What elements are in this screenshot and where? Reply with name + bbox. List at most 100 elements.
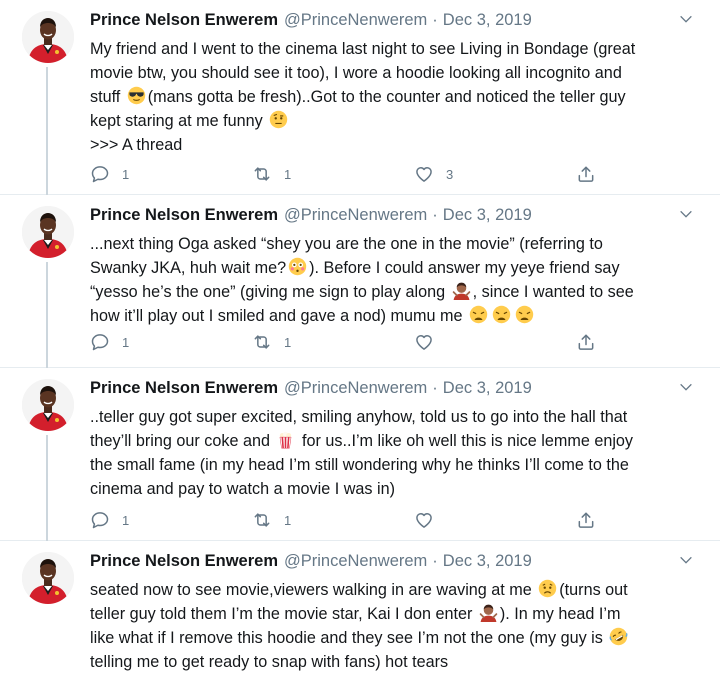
text-segment: like what if I remove this hoodie and th… bbox=[90, 629, 608, 647]
share-button[interactable] bbox=[576, 510, 596, 530]
display-name[interactable]: Prince Nelson Enwerem bbox=[90, 379, 278, 398]
tweet-text-line: Swanky JKA, huh wait me?). Before I coul… bbox=[90, 256, 710, 280]
tweet-text-line: stuff (mans gotta be fresh)..Got to the … bbox=[90, 85, 710, 109]
separator-dot: · bbox=[432, 11, 438, 29]
share-button[interactable] bbox=[576, 164, 596, 184]
retweet-count: 1 bbox=[284, 334, 292, 350]
retweet-count: 1 bbox=[284, 512, 292, 528]
share-icon bbox=[576, 332, 596, 352]
separator-dot: · bbox=[432, 552, 438, 570]
chevron-down-icon[interactable] bbox=[678, 11, 694, 27]
retweet-icon bbox=[252, 510, 272, 530]
tweet[interactable]: Prince Nelson Enwerem @PrinceNenwerem · Dec… bbox=[0, 195, 720, 368]
share-icon bbox=[576, 164, 596, 184]
reply-icon bbox=[90, 332, 110, 352]
like-button[interactable] bbox=[414, 332, 446, 352]
tweet-text-line: like what if I remove this hoodie and th… bbox=[90, 626, 710, 650]
avatar[interactable] bbox=[22, 11, 74, 63]
reply-button[interactable]: 1 bbox=[90, 332, 129, 352]
retweet-icon bbox=[252, 164, 272, 184]
avatar[interactable] bbox=[22, 206, 74, 258]
reply-count: 1 bbox=[122, 166, 130, 182]
like-icon bbox=[414, 164, 434, 184]
tweet-date[interactable]: Dec 3, 2019 bbox=[443, 552, 532, 571]
like-icon bbox=[414, 332, 434, 352]
tweet-text-line: ..teller guy got super excited, smiling … bbox=[90, 405, 710, 429]
reply-count: 1 bbox=[122, 512, 130, 528]
reply-icon bbox=[90, 164, 110, 184]
user-handle[interactable]: @PrinceNenwerem bbox=[284, 11, 427, 30]
tweet-text: My friend and I went to the cinema last … bbox=[90, 37, 710, 157]
weary-face-emoji bbox=[492, 305, 511, 324]
share-button[interactable] bbox=[576, 332, 596, 352]
chevron-down-icon[interactable] bbox=[678, 206, 694, 222]
retweet-icon bbox=[252, 332, 272, 352]
tweet[interactable]: Prince Nelson Enwerem @PrinceNenwerem · Dec… bbox=[0, 368, 720, 541]
tweet-date[interactable]: Dec 3, 2019 bbox=[443, 206, 532, 225]
user-handle[interactable]: @PrinceNenwerem bbox=[284, 379, 427, 398]
retweet-count: 1 bbox=[284, 166, 292, 182]
rofl-face-emoji bbox=[609, 627, 628, 646]
text-segment: “yesso he’s the one” (giving me sign to … bbox=[90, 283, 450, 301]
reply-count: 1 bbox=[122, 334, 130, 350]
tweet[interactable]: Prince Nelson Enwerem @PrinceNenwerem · Dec… bbox=[0, 0, 720, 195]
raised-eyebrow-face-emoji bbox=[269, 110, 288, 129]
tweet-text-line: “yesso he’s the one” (giving me sign to … bbox=[90, 280, 710, 304]
reply-button[interactable]: 1 bbox=[90, 510, 129, 530]
tweet-text-line: the small fame (in my head I’m still won… bbox=[90, 453, 710, 477]
tweet[interactable]: Prince Nelson Enwerem @PrinceNenwerem · Dec… bbox=[0, 541, 720, 680]
tweet-text-line: seated now to see movie,viewers walking … bbox=[90, 578, 710, 602]
reply-button[interactable]: 1 bbox=[90, 164, 129, 184]
display-name[interactable]: Prince Nelson Enwerem bbox=[90, 206, 278, 225]
text-segment: ). Before I could answer my yeye friend … bbox=[309, 259, 620, 277]
avatar[interactable] bbox=[22, 552, 74, 604]
text-segment: My friend and I went to the cinema last … bbox=[90, 40, 636, 58]
user-handle[interactable]: @PrinceNenwerem bbox=[284, 552, 427, 571]
separator-dot: · bbox=[432, 379, 438, 397]
chevron-down-icon[interactable] bbox=[678, 379, 694, 395]
display-name[interactable]: Prince Nelson Enwerem bbox=[90, 552, 278, 571]
text-segment: (mans gotta be fresh)..Got to the counte… bbox=[147, 88, 626, 106]
text-segment: seated now to see movie,viewers walking … bbox=[90, 581, 537, 599]
tweet-text-line: ...next thing Oga asked “shey you are th… bbox=[90, 232, 710, 256]
thread-connector-line bbox=[46, 262, 48, 368]
display-name[interactable]: Prince Nelson Enwerem bbox=[90, 11, 278, 30]
text-segment: movie btw, you should see it too), I wor… bbox=[90, 64, 622, 82]
tweet-date[interactable]: Dec 3, 2019 bbox=[443, 379, 532, 398]
tweet-text-line: they’ll bring our coke and for us..I’m l… bbox=[90, 429, 710, 453]
man-shrugging-emoji bbox=[479, 603, 498, 622]
avatar[interactable] bbox=[22, 379, 74, 431]
tweet-text-line: cinema and pay to watch a movie I was in… bbox=[90, 477, 710, 501]
flushed-face-emoji bbox=[288, 257, 307, 276]
tweet-actions: 1 1 3 bbox=[90, 164, 610, 186]
retweet-button[interactable]: 1 bbox=[252, 510, 291, 530]
sunglasses-face-emoji bbox=[127, 86, 146, 105]
text-segment: cinema and pay to watch a movie I was in… bbox=[90, 480, 396, 498]
tweet-actions: 11 bbox=[90, 332, 610, 354]
tweet-header: Prince Nelson Enwerem @PrinceNenwerem · Dec… bbox=[90, 379, 690, 401]
text-segment: how it’ll play out I smiled and gave a n… bbox=[90, 307, 467, 325]
text-segment: the small fame (in my head I’m still won… bbox=[90, 456, 629, 474]
man-shrugging-emoji bbox=[452, 281, 471, 300]
tweet-text-line: My friend and I went to the cinema last … bbox=[90, 37, 710, 61]
like-button[interactable] bbox=[414, 510, 446, 530]
retweet-button[interactable]: 1 bbox=[252, 164, 291, 184]
chevron-down-icon[interactable] bbox=[678, 552, 694, 568]
text-segment: telling me to get ready to snap with fan… bbox=[90, 653, 449, 671]
like-icon bbox=[414, 510, 434, 530]
weary-face-emoji bbox=[469, 305, 488, 324]
tweet-header: Prince Nelson Enwerem @PrinceNenwerem · Dec… bbox=[90, 11, 690, 33]
tweet-text-line: teller guy told them I’m the movie star,… bbox=[90, 602, 710, 626]
user-handle[interactable]: @PrinceNenwerem bbox=[284, 206, 427, 225]
text-segment: , since I wanted to see bbox=[472, 283, 634, 301]
text-segment: ..teller guy got super excited, smiling … bbox=[90, 408, 628, 426]
tweet-date[interactable]: Dec 3, 2019 bbox=[443, 11, 532, 30]
retweet-button[interactable]: 1 bbox=[252, 332, 291, 352]
separator-dot: · bbox=[432, 206, 438, 224]
text-segment: stuff bbox=[90, 88, 125, 106]
share-icon bbox=[576, 510, 596, 530]
tweet-actions: 11 bbox=[90, 510, 610, 532]
text-segment: (turns out bbox=[559, 581, 628, 599]
like-count: 3 bbox=[446, 166, 454, 182]
like-button[interactable]: 3 bbox=[414, 164, 453, 184]
